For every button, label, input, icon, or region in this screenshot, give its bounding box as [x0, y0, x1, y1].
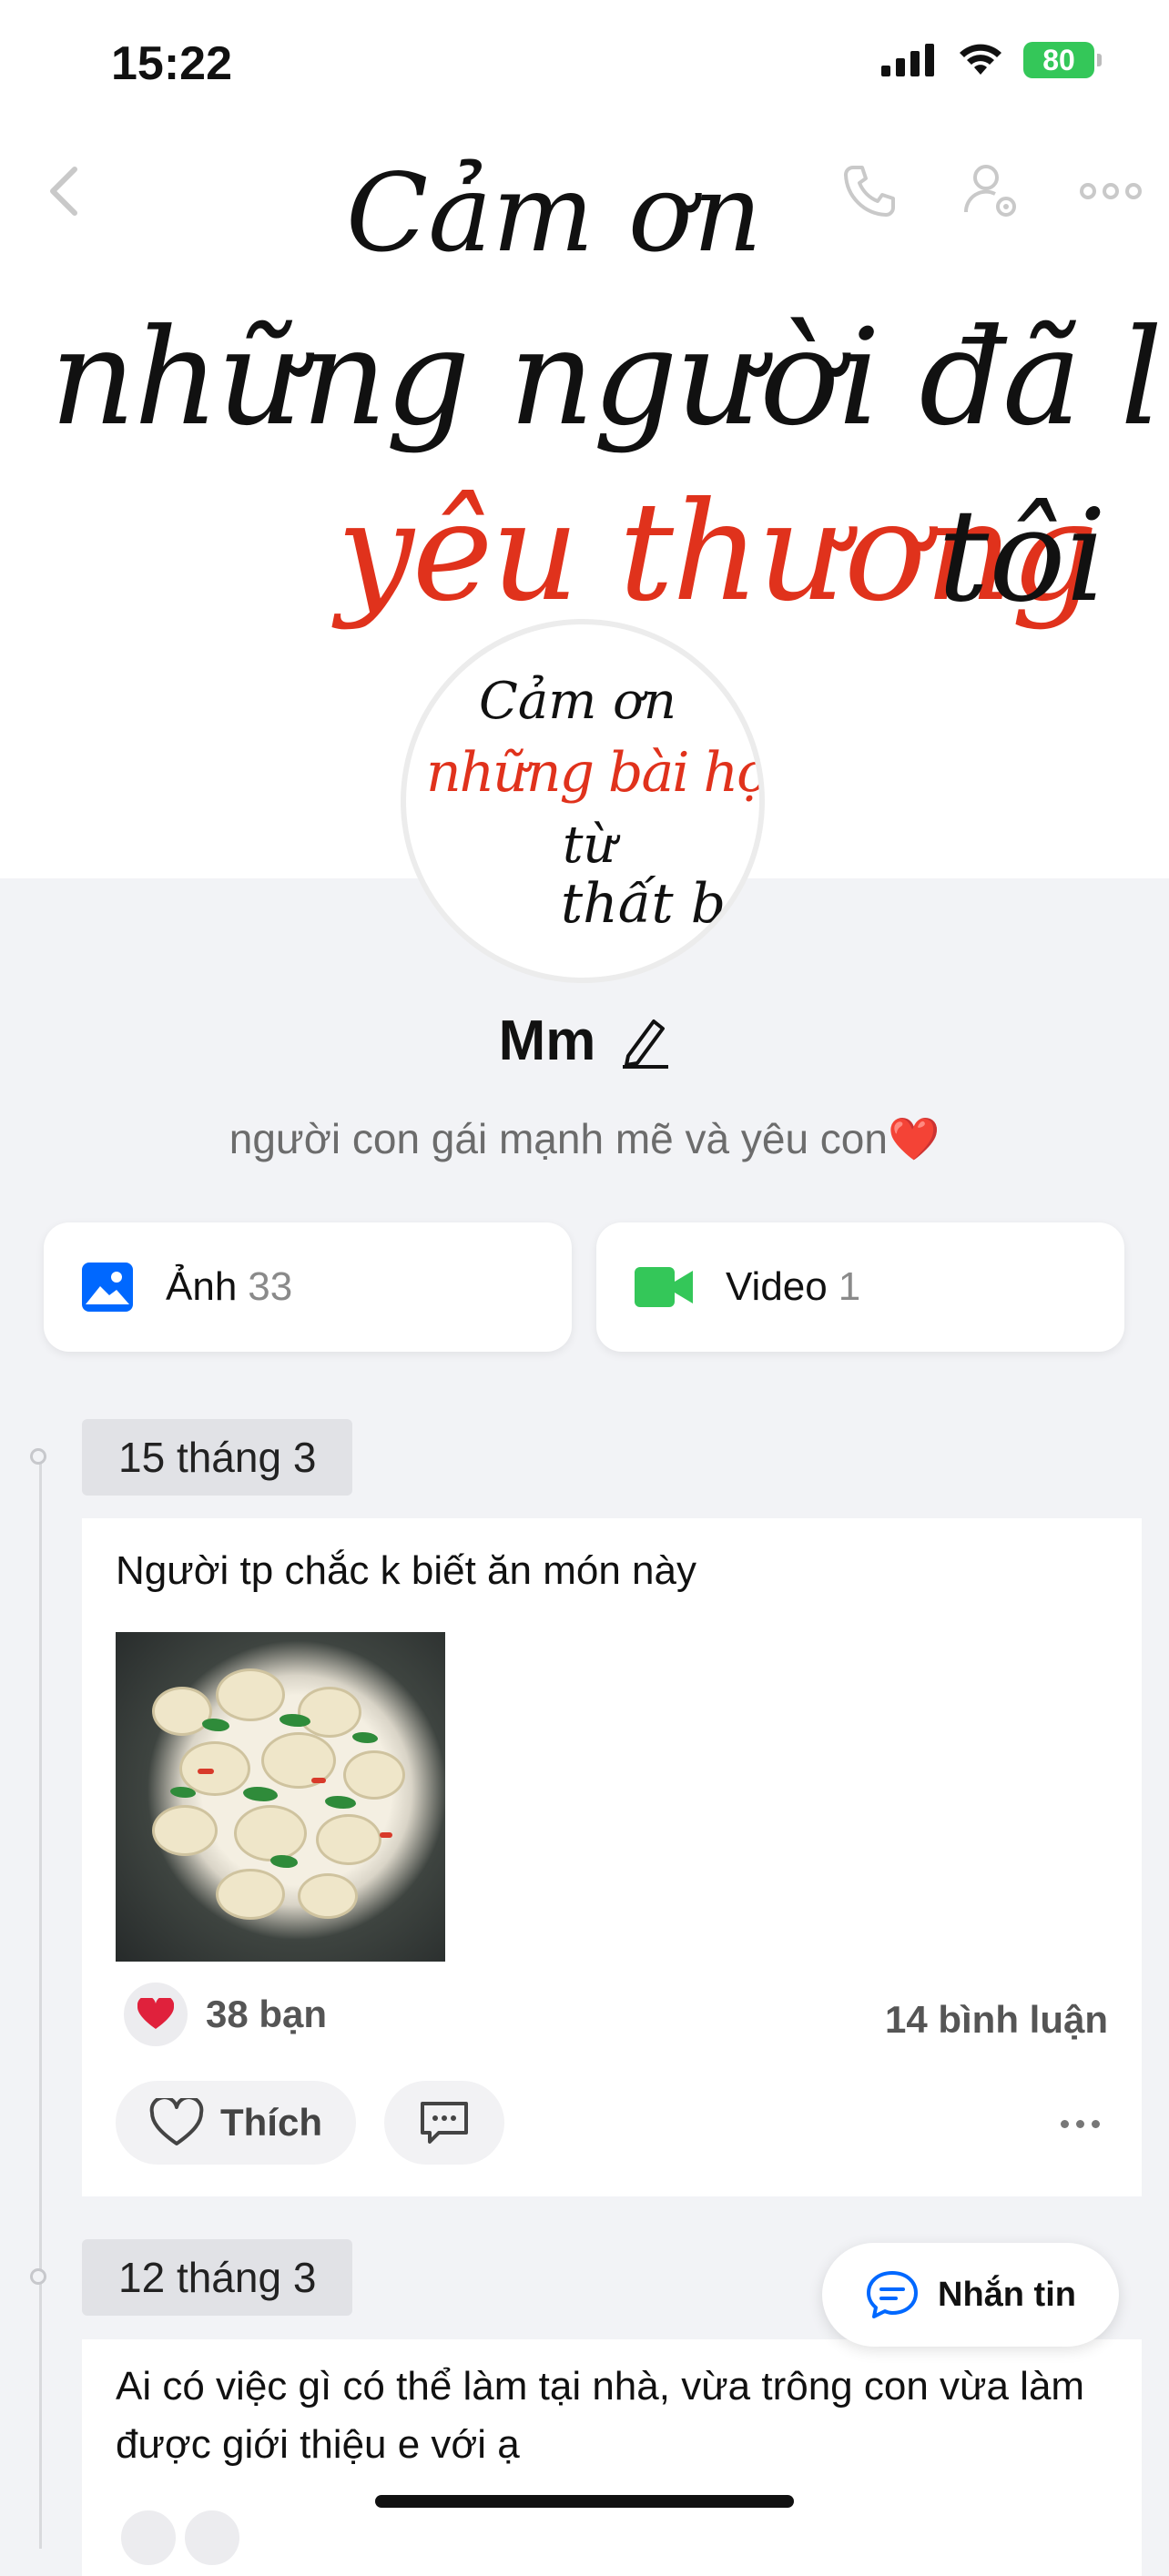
avatar[interactable]: Cảm ơn những bài học từ thất bại: [401, 619, 765, 983]
post-photo[interactable]: [116, 1632, 445, 1962]
profile-name-row: Mm: [0, 1009, 1169, 1073]
videos-button[interactable]: Video 1: [596, 1222, 1124, 1352]
message-button[interactable]: Nhắn tin: [822, 2243, 1119, 2347]
post-card[interactable]: Ai có việc gì có thể làm tại nhà, vừa tr…: [82, 2339, 1142, 2576]
signal-icon: [881, 44, 934, 76]
photos-count: 33: [248, 1264, 293, 1309]
timeline-dot: [30, 2268, 46, 2285]
reaction-summary[interactable]: [118, 2508, 242, 2568]
avatar-text-line4: thất bại: [561, 872, 765, 936]
comment-button[interactable]: [384, 2081, 504, 2165]
user-gear-icon: [963, 165, 1016, 217]
timeline-line: [39, 1456, 42, 2549]
reaction-count: 38 bạn: [206, 1993, 328, 2035]
avatar-text-line3: từ: [563, 816, 616, 875]
post-card[interactable]: Người tp chắc k biết ăn món này 38 bạn 1…: [82, 1518, 1142, 2196]
post-more-button[interactable]: [1043, 2101, 1116, 2146]
edit-pencil-icon[interactable]: [619, 1014, 670, 1069]
message-label: Nhắn tin: [938, 2275, 1076, 2314]
heart-outline-icon: [149, 2098, 204, 2145]
timeline-dot: [30, 1448, 46, 1465]
call-button[interactable]: [833, 159, 906, 223]
videos-label: Video: [726, 1264, 828, 1309]
emoji-reaction-icon: [182, 2508, 242, 2568]
cover-text-line3-end: tôi: [938, 482, 1107, 631]
image-icon: [82, 1263, 133, 1312]
like-button[interactable]: Thích: [116, 2081, 356, 2165]
more-horizontal-icon: [1080, 183, 1142, 199]
avatar-text-line1: Cảm ơn: [479, 672, 676, 731]
profile-name: Mm: [498, 1009, 596, 1072]
more-options-button[interactable]: [1074, 159, 1147, 223]
post-text: Người tp chắc k biết ăn món này: [116, 1548, 696, 1593]
like-label: Thích: [220, 2101, 322, 2144]
comment-bubble-icon: [421, 2102, 468, 2144]
chevron-left-icon: [50, 167, 77, 216]
wifi-icon: [960, 44, 1001, 75]
profile-bio: người con gái mạnh mẽ và yêu con❤️: [229, 1115, 940, 1162]
status-icons: 80: [881, 42, 1102, 78]
cover-text-line1: Cảm ơn: [346, 150, 763, 276]
chat-icon: [867, 2271, 918, 2318]
battery-icon: 80: [1023, 42, 1102, 78]
battery-level: 80: [1042, 43, 1075, 76]
reaction-summary[interactable]: 38 bạn: [124, 1983, 327, 2046]
heart-reaction-icon: [124, 1983, 188, 2046]
cover-text-line2: những người đã luôn: [50, 300, 1169, 455]
photos-label: Ảnh: [166, 1264, 238, 1309]
photos-button[interactable]: Ảnh 33: [44, 1222, 572, 1352]
back-button[interactable]: [27, 159, 100, 223]
post-date-chip: 15 tháng 3: [82, 1419, 353, 1496]
post-date-chip: 12 tháng 3: [82, 2239, 353, 2316]
post-text: Ai có việc gì có thể làm tại nhà, vừa tr…: [116, 2364, 1085, 2467]
videos-count: 1: [838, 1264, 861, 1309]
video-camera-icon: [635, 1267, 693, 1307]
phone-icon: [844, 166, 895, 217]
profile-settings-button[interactable]: [956, 159, 1029, 223]
comment-count[interactable]: 14 bình luận: [885, 1998, 1108, 2042]
status-time: 15:22: [111, 37, 232, 90]
heart-reaction-icon: [118, 2508, 178, 2568]
home-indicator: [375, 2495, 794, 2508]
avatar-text-line2: những bài học: [426, 741, 765, 805]
